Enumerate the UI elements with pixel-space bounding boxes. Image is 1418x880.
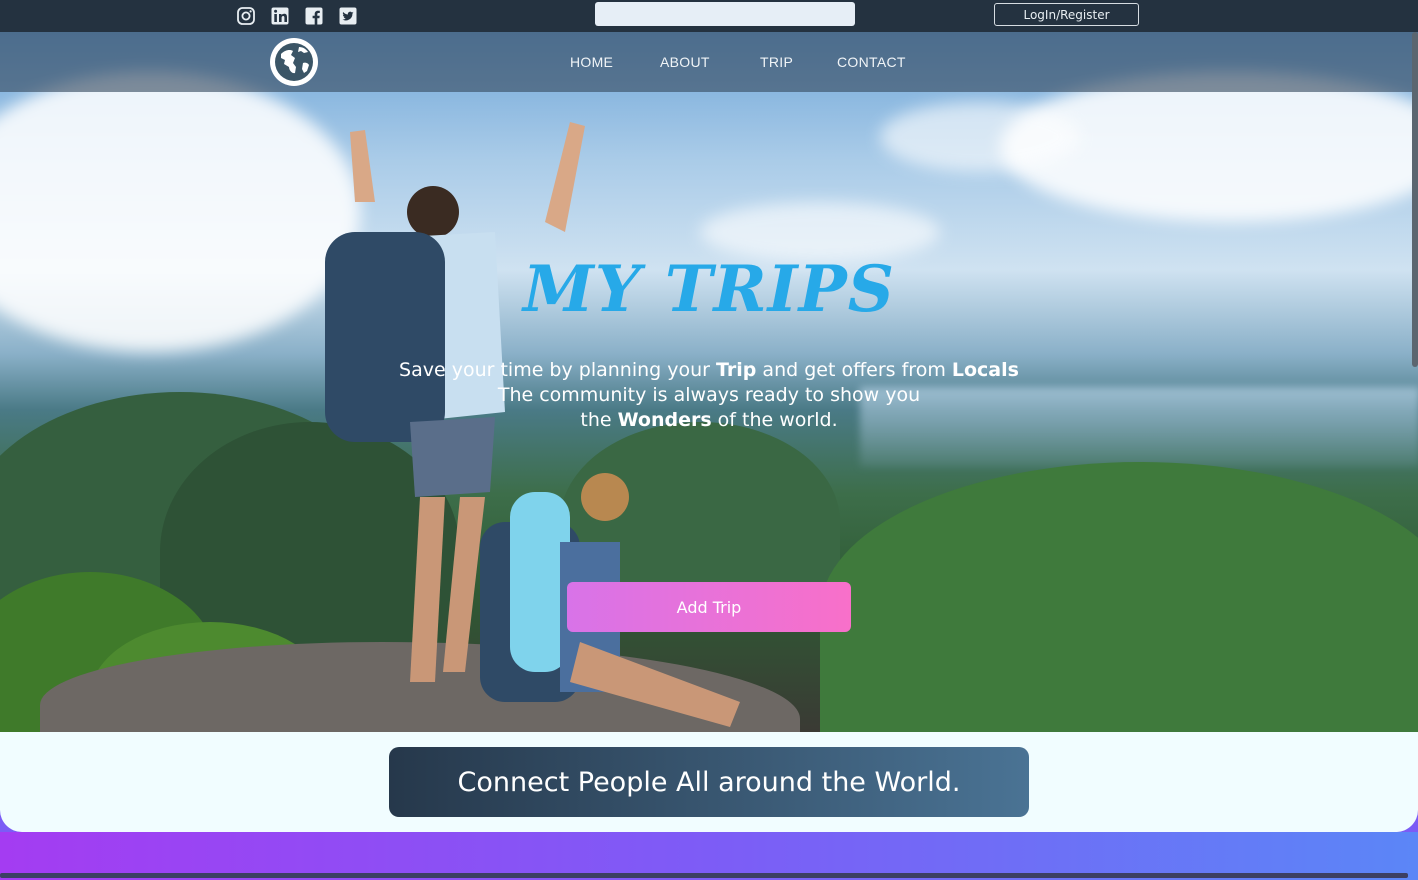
facebook-icon[interactable]: [304, 6, 324, 26]
nav-about[interactable]: ABOUT: [660, 54, 710, 70]
tagline-text: the: [580, 409, 618, 431]
login-register-button[interactable]: LogIn/Register: [994, 3, 1139, 26]
search-input[interactable]: [595, 2, 855, 26]
top-bar: LogIn/Register: [0, 0, 1418, 32]
hero-title: MY TRIPS: [523, 252, 895, 327]
nav-home[interactable]: HOME: [570, 54, 613, 70]
tagline-text: of the world.: [711, 409, 838, 431]
tagline-text: Save your time by planning your: [399, 359, 717, 381]
tagline-line-2: The community is always ready to show yo…: [497, 384, 921, 406]
vertical-scrollbar[interactable]: [1412, 32, 1418, 367]
linkedin-icon[interactable]: [270, 6, 290, 26]
main-navbar: HOME ABOUT TRIP CONTACT: [0, 32, 1418, 92]
horizontal-scrollbar[interactable]: [0, 873, 1408, 878]
twitter-icon[interactable]: [338, 6, 358, 26]
nav-contact[interactable]: CONTACT: [837, 54, 906, 70]
tagline-text: and get offers from: [756, 359, 952, 381]
tagline-trip: Trip: [716, 359, 757, 381]
globe-icon[interactable]: [270, 38, 318, 86]
nav-trip[interactable]: TRIP: [760, 54, 793, 70]
connect-section: Connect People All around the World.: [0, 732, 1418, 832]
tagline-line-3: the Wonders of the world.: [0, 408, 1418, 433]
tagline-wonders: Wonders: [617, 409, 712, 431]
hill: [820, 462, 1418, 732]
tagline-line-1: Save your time by planning your Trip and…: [0, 358, 1418, 383]
hero-tagline: Save your time by planning your Trip and…: [0, 358, 1418, 433]
hero-section: HOME ABOUT TRIP CONTACT MY TRIPS Save yo…: [0, 32, 1418, 732]
cloud: [880, 102, 1080, 172]
instagram-icon[interactable]: [236, 6, 256, 26]
add-trip-button[interactable]: Add Trip: [567, 582, 851, 632]
tagline-locals: Locals: [951, 359, 1019, 381]
connect-banner: Connect People All around the World.: [389, 747, 1029, 817]
